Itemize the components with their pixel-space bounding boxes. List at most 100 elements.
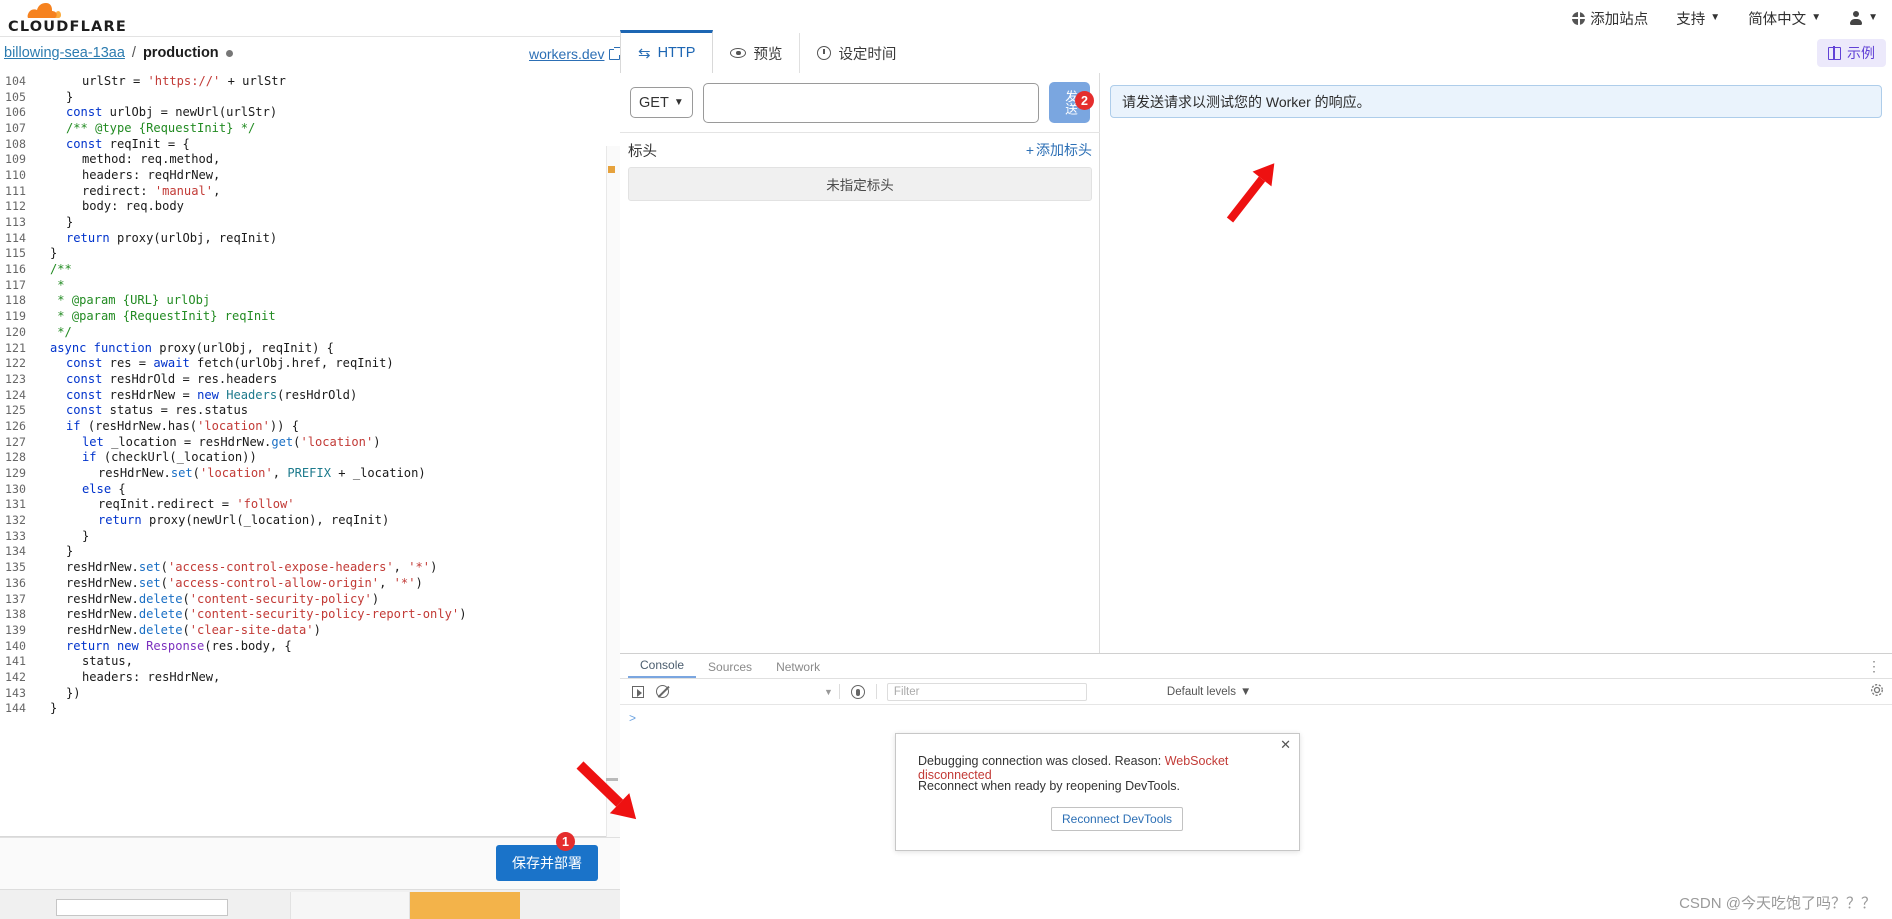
code-line-content: const status = res.status <box>66 403 249 418</box>
line-number: 124 <box>5 387 26 402</box>
code-line[interactable]: 138 resHdrNew.delete('content-security-po… <box>0 606 612 622</box>
line-number: 132 <box>5 513 26 528</box>
code-line[interactable]: 136 resHdrNew.set('access-control-allow-o… <box>0 575 612 591</box>
save-and-deploy-button[interactable]: 保存并部署 <box>496 845 598 881</box>
code-line[interactable]: 144} <box>0 701 612 717</box>
code-line[interactable]: 114 return proxy(urlObj, reqInit) <box>0 230 612 246</box>
code-line[interactable]: 108 const reqInit = { <box>0 136 612 152</box>
code-line[interactable]: 137 resHdrNew.delete('content-security-po… <box>0 591 612 607</box>
tab-schedule-label: 设定时间 <box>838 46 897 63</box>
console-filter-input[interactable]: Filter <box>886 682 1087 701</box>
console-output[interactable]: > ✕ Debugging connection was closed. Rea… <box>620 705 1892 918</box>
language-menu[interactable]: 简体中文 ▼ <box>1748 8 1821 29</box>
breadcrumb-separator: / <box>131 45 136 61</box>
code-line[interactable]: 120 */ <box>0 324 612 340</box>
code-line-content: headers: reqHdrNew, <box>82 167 221 182</box>
code-line[interactable]: 130 else { <box>0 481 612 497</box>
reconnect-devtools-button[interactable]: Reconnect DevTools <box>1051 807 1184 831</box>
tab-preview[interactable]: 预览 <box>713 33 801 73</box>
code-line[interactable]: 109 method: req.method, <box>0 151 612 167</box>
annotation-badge-1: 1 <box>556 832 575 851</box>
code-line[interactable]: 127 let _location = resHdrNew.get('locati… <box>0 434 612 450</box>
line-number: 137 <box>5 591 26 606</box>
http-method-select[interactable]: GET ▼ <box>630 87 693 118</box>
code-line[interactable]: 107 /** @type {RequestInit} */ <box>0 120 612 136</box>
line-number: 144 <box>5 701 26 716</box>
code-lines-container[interactable]: 104 urlStr = 'https://' + urlStr 105} 106 co… <box>0 73 612 837</box>
code-line[interactable]: 134} <box>0 544 612 560</box>
code-line[interactable]: 142 headers: resHdrNew, <box>0 669 612 685</box>
gear-icon[interactable] <box>1870 683 1884 697</box>
code-line-content: resHdrNew.set('location', PREFIX + _loca… <box>98 466 426 481</box>
devtools-tab-sources[interactable]: Sources <box>696 657 764 678</box>
devtools-tab-console[interactable]: Console <box>628 655 697 678</box>
devtools-tab-network[interactable]: Network <box>764 657 832 678</box>
code-line[interactable]: 135 resHdrNew.set('access-control-expose-… <box>0 559 612 575</box>
execute-icon[interactable] <box>626 681 650 703</box>
code-line[interactable]: 125 const status = res.status <box>0 402 612 418</box>
code-line[interactable]: 106 const urlObj = newUrl(urlStr) <box>0 104 612 120</box>
code-editor[interactable]: 104 urlStr = 'https://' + urlStr 105} 106 co… <box>0 73 620 852</box>
editor-minimap-rail[interactable] <box>606 146 620 852</box>
workers-dev-label: workers.dev <box>529 46 605 62</box>
filter-eye-icon[interactable] <box>846 681 870 703</box>
code-line[interactable]: 118 * @param {URL} urlObj <box>0 293 612 309</box>
code-line[interactable]: 131 reqInit.redirect = 'follow' <box>0 497 612 513</box>
workers-dev-link[interactable]: workers.dev <box>529 46 623 62</box>
sample-button[interactable]: 示例 <box>1817 39 1886 67</box>
code-line-content: reqInit.redirect = 'follow' <box>98 497 295 512</box>
code-line[interactable]: 129 resHdrNew.set('location', PREFIX + _l… <box>0 465 612 481</box>
code-line[interactable]: 141 status, <box>0 653 612 669</box>
code-line[interactable]: 143}) <box>0 685 612 701</box>
line-number: 143 <box>5 685 26 700</box>
top-bar: CLOUDFLARE 添加站点 支持 ▼ 简体中文 ▼ ▼ <box>0 0 1892 36</box>
tab-http[interactable]: ⇆ HTTP <box>620 30 714 73</box>
code-line[interactable]: 140 return new Response(res.body, { <box>0 638 612 654</box>
bottom-strip-field[interactable] <box>56 899 228 916</box>
code-line[interactable]: 111 redirect: 'manual', <box>0 183 612 199</box>
editor-scroll-marker <box>606 778 618 781</box>
code-line[interactable]: 122 const res = await fetch(urlObj.href, … <box>0 355 612 371</box>
console-levels-select[interactable]: Default levels ▼ <box>1167 686 1251 698</box>
code-line[interactable]: 113} <box>0 214 612 230</box>
request-url-input[interactable] <box>702 82 1039 123</box>
line-number: 105 <box>5 89 26 104</box>
code-line[interactable]: 112 body: req.body <box>0 199 612 215</box>
code-line[interactable]: 124 const resHdrNew = new Headers(resHdrO… <box>0 387 612 403</box>
add-header-button[interactable]: + 添加标头 <box>1026 140 1092 160</box>
headers-label: 标头 <box>628 143 657 160</box>
add-site-button[interactable]: 添加站点 <box>1572 8 1648 29</box>
code-line[interactable]: 104 urlStr = 'https://' + urlStr <box>0 73 612 89</box>
line-number: 111 <box>5 183 26 198</box>
no-headers-placeholder: 未指定标头 <box>628 167 1092 201</box>
deploy-bar: 保存并部署 1 <box>0 832 620 889</box>
code-line[interactable]: 117 * <box>0 277 612 293</box>
breadcrumb-worker-link[interactable]: billowing-sea-13aa <box>4 45 125 61</box>
line-number: 107 <box>5 120 26 135</box>
code-line[interactable]: 115} <box>0 246 612 262</box>
code-line[interactable]: 126 if (resHdrNew.has('location')) { <box>0 418 612 434</box>
clear-console-icon[interactable] <box>650 681 674 703</box>
code-line[interactable]: 128 if (checkUrl(_location)) <box>0 450 612 466</box>
code-line-content: } <box>66 89 74 104</box>
close-icon[interactable]: ✕ <box>1280 737 1291 753</box>
code-line[interactable]: 123 const resHdrOld = res.headers <box>0 371 612 387</box>
code-line[interactable]: 105} <box>0 89 612 105</box>
code-line[interactable]: 119 * @param {RequestInit} reqInit <box>0 308 612 324</box>
support-menu[interactable]: 支持 ▼ <box>1676 8 1720 29</box>
code-line[interactable]: 121 async function proxy(urlObj, reqInit)… <box>0 340 612 356</box>
tab-schedule[interactable]: 设定时间 <box>800 33 913 73</box>
code-line[interactable]: 116 /** <box>0 261 612 277</box>
code-line[interactable]: 139 resHdrNew.delete('clear-site-data') <box>0 622 612 638</box>
code-line[interactable]: 133} <box>0 528 612 544</box>
line-number: 141 <box>5 654 26 669</box>
account-menu[interactable]: ▼ <box>1849 11 1878 25</box>
context-selector-caret-icon[interactable]: ▼ <box>824 687 833 697</box>
line-number: 122 <box>5 356 26 371</box>
code-line[interactable]: 110 headers: reqHdrNew, <box>0 167 612 183</box>
code-line[interactable]: 132 return proxy(newUrl(_location), reqIn… <box>0 512 612 528</box>
code-line-content: } <box>50 246 58 261</box>
devtools-more-icon[interactable]: ⋮ <box>1867 658 1882 675</box>
editor-warning-marker <box>608 166 615 173</box>
cloudflare-logo[interactable]: CLOUDFLARE <box>8 0 158 36</box>
